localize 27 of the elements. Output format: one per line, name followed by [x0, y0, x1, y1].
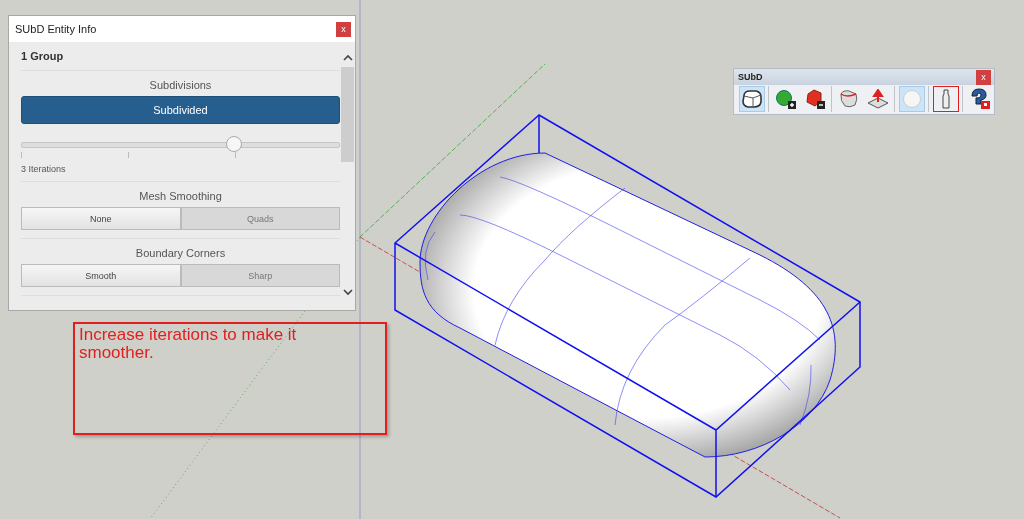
section-label: Mesh Smoothing [139, 189, 222, 204]
scroll-down-icon[interactable] [342, 288, 353, 296]
rounded-cube-icon [838, 89, 860, 109]
scroll-up-icon[interactable] [342, 54, 353, 62]
toolbar-title: SUbD [738, 72, 763, 82]
plane-arrow-icon [867, 89, 889, 109]
question-mark-icon [969, 88, 991, 110]
subdivided-toggle[interactable]: Subdivided [21, 96, 340, 124]
iterations-slider[interactable] [21, 136, 340, 152]
sphere-icon [901, 89, 923, 109]
section-label: Subdivisions [149, 78, 212, 93]
option-button[interactable]: Quads [180, 207, 340, 230]
annotation-text: Increase iterations to make it smoother. [79, 326, 298, 362]
toolbar-button[interactable] [739, 86, 765, 112]
close-button[interactable]: x [336, 21, 351, 37]
option-button[interactable]: Sharp [180, 264, 340, 287]
section-label: Boundary Corners [135, 246, 226, 261]
panel-title: SUbD Entity Info [15, 23, 97, 35]
option-button[interactable]: Smooth [21, 264, 181, 287]
option-button[interactable]: None [21, 207, 181, 230]
sphere-plus-icon [775, 89, 797, 109]
cube-icon [741, 89, 763, 109]
scrollbar-thumb[interactable] [341, 67, 354, 162]
group-heading: 1 Group [21, 42, 340, 71]
iterations-label: 3 Iterations [21, 163, 66, 176]
polyhedron-minus-icon [804, 89, 826, 109]
close-button[interactable]: x [976, 69, 991, 85]
